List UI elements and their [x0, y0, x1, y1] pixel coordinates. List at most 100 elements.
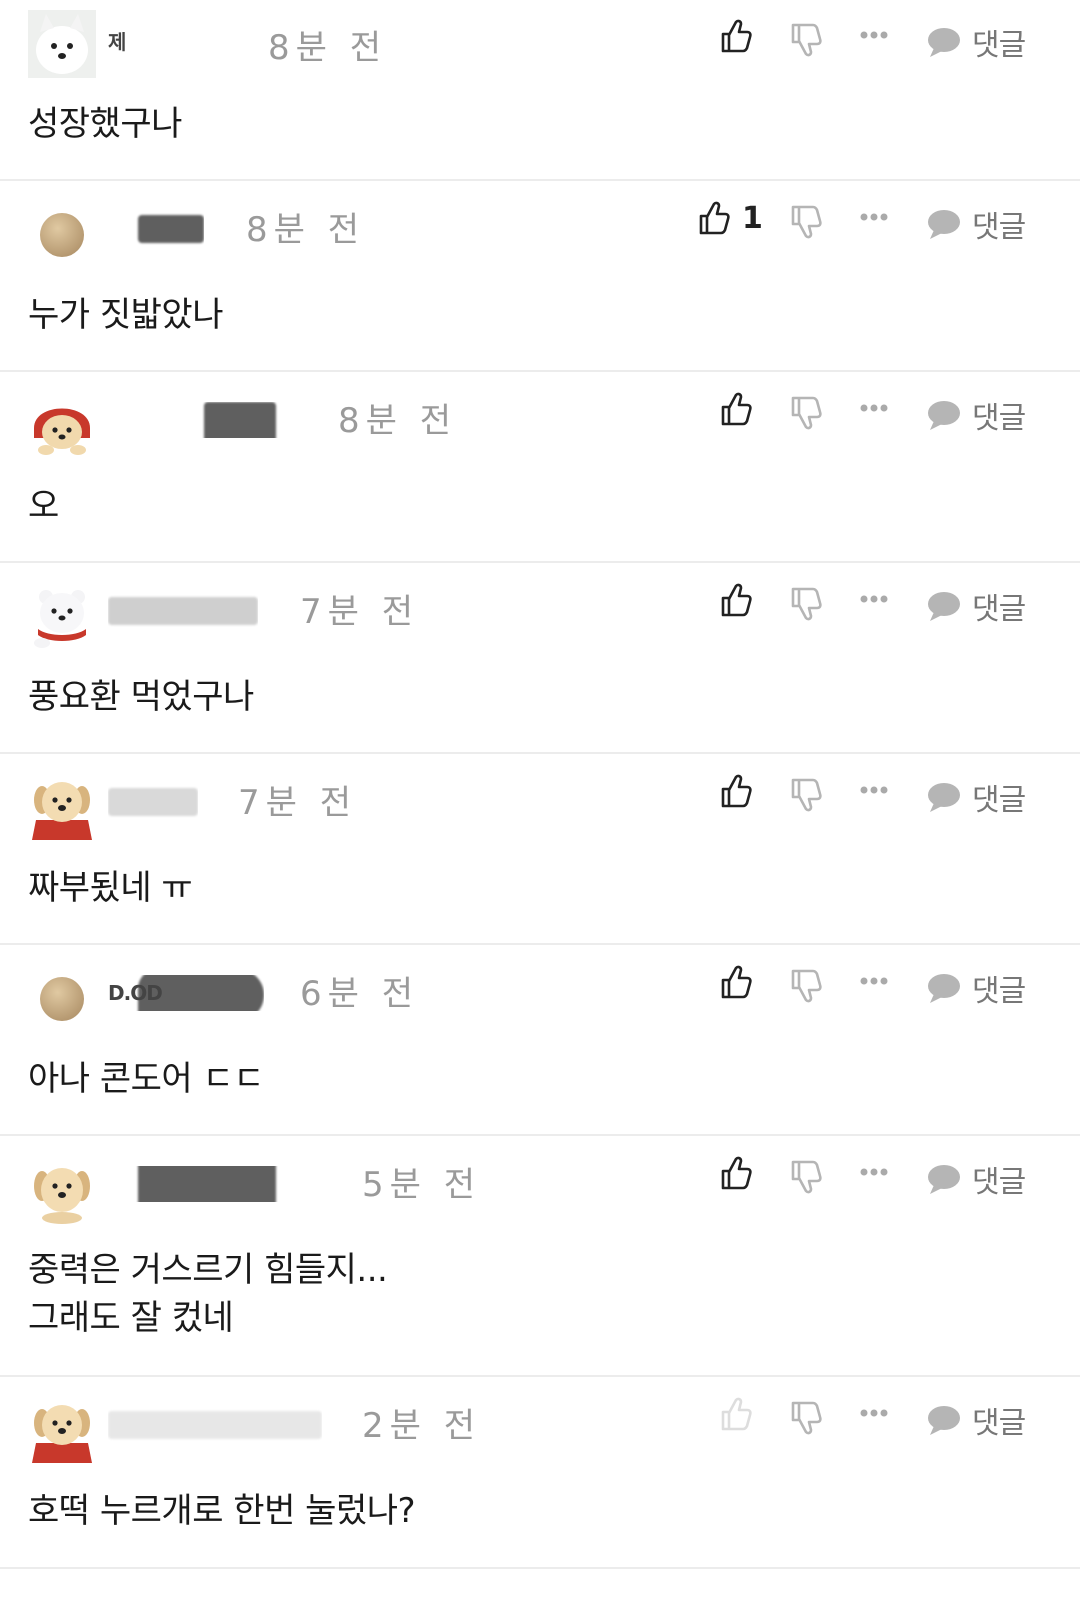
speech-bubble-icon	[928, 210, 960, 239]
thumbs-down-icon	[791, 205, 822, 239]
more-button[interactable]	[860, 212, 888, 222]
thumbs-up-icon	[699, 201, 730, 235]
redacted-nickname	[108, 788, 198, 816]
thumbs-up-icon	[721, 965, 752, 999]
like-button[interactable]	[720, 1396, 752, 1432]
nickname[interactable]	[108, 1407, 322, 1443]
dislike-button[interactable]	[790, 1159, 822, 1195]
comment-item: 8분 전 댓글 오	[0, 372, 1080, 563]
redacted-nickname	[108, 1411, 322, 1439]
nickname[interactable]: 제	[108, 22, 168, 58]
like-button[interactable]	[720, 18, 752, 54]
comment-item: 제 8분 전 댓글 성장했구나	[0, 0, 1080, 181]
reply-button[interactable]: 댓글	[926, 584, 1026, 628]
reply-label: 댓글	[972, 1406, 1026, 1441]
speech-bubble-icon	[928, 401, 960, 430]
beige-circle-icon	[40, 977, 84, 1021]
more-button[interactable]	[860, 1408, 888, 1418]
comment-time: 8분 전	[268, 28, 387, 68]
thumbs-up-icon	[721, 19, 752, 53]
reply-label: 댓글	[972, 28, 1026, 63]
like-button[interactable]	[720, 391, 752, 427]
more-button[interactable]	[860, 403, 888, 413]
redacted-nickname	[138, 1166, 276, 1202]
dislike-button[interactable]	[790, 22, 822, 58]
more-dots-icon	[860, 977, 888, 985]
comment-item: D.OD 6분 전 댓글 아나 콘도어 ㄷㄷ	[0, 945, 1080, 1136]
white-bear-icon	[34, 590, 86, 648]
dislike-button[interactable]	[790, 395, 822, 431]
reply-button[interactable]: 댓글	[926, 20, 1026, 64]
avatar[interactable]	[28, 583, 96, 651]
reply-button[interactable]: 댓글	[926, 966, 1026, 1010]
nickname[interactable]	[108, 593, 258, 629]
more-button[interactable]	[860, 976, 888, 986]
comment-text: 성장했구나	[28, 104, 182, 144]
comment-time: 7분 전	[300, 592, 419, 632]
like-button[interactable]: 1	[698, 200, 763, 236]
avatar[interactable]	[28, 774, 96, 842]
thumbs-down-icon	[791, 587, 822, 621]
dislike-button[interactable]	[790, 1400, 822, 1436]
reply-button[interactable]: 댓글	[926, 202, 1026, 246]
thumbs-down-icon	[791, 23, 822, 57]
comment-item: 7분 전 댓글 짜부됬네 ㅠ	[0, 754, 1080, 945]
puppy-red-cape-icon	[32, 1405, 92, 1463]
more-button[interactable]	[860, 30, 888, 40]
redacted-nickname	[138, 215, 204, 243]
reply-label: 댓글	[972, 783, 1026, 818]
avatar[interactable]	[28, 1156, 96, 1224]
nickname[interactable]	[108, 1166, 322, 1202]
nickname[interactable]	[108, 402, 298, 438]
puppy-red-hood-icon	[34, 408, 90, 455]
comment-time: 5분 전	[362, 1165, 481, 1205]
more-button[interactable]	[860, 1167, 888, 1177]
reply-button[interactable]: 댓글	[926, 1157, 1026, 1201]
dislike-button[interactable]	[790, 586, 822, 622]
comment-text: 누가 짓밟았나	[28, 295, 224, 335]
dislike-button[interactable]	[790, 968, 822, 1004]
like-button[interactable]	[720, 1155, 752, 1191]
more-button[interactable]	[860, 785, 888, 795]
nickname[interactable]: D.OD	[108, 975, 264, 1011]
speech-bubble-icon	[928, 974, 960, 1003]
comment-item: 2분 전 댓글 호떡 누르개로 한번 눌렀나?	[0, 1377, 1080, 1569]
avatar[interactable]	[28, 965, 96, 1033]
avatar[interactable]	[28, 1397, 96, 1465]
comment-text: 오	[28, 486, 59, 526]
speech-bubble-icon	[928, 1406, 960, 1435]
golden-puppy-icon	[34, 1168, 90, 1224]
reply-button[interactable]: 댓글	[926, 1398, 1026, 1442]
speech-bubble-icon	[928, 1165, 960, 1194]
redacted-nickname	[138, 975, 264, 1011]
like-button[interactable]	[720, 582, 752, 618]
more-button[interactable]	[860, 594, 888, 604]
like-count: 1	[742, 200, 763, 236]
like-button[interactable]	[720, 773, 752, 809]
reply-label: 댓글	[972, 210, 1026, 245]
avatar[interactable]	[28, 392, 96, 460]
thumbs-up-icon	[721, 1156, 752, 1190]
dislike-button[interactable]	[790, 777, 822, 813]
like-button[interactable]	[720, 964, 752, 1000]
reply-label: 댓글	[972, 592, 1026, 627]
redacted-nickname	[204, 402, 276, 438]
thumbs-down-icon	[791, 778, 822, 812]
comment-item: 7분 전 댓글 풍요환 먹었구나	[0, 563, 1080, 754]
avatar[interactable]	[28, 10, 96, 78]
comment-time: 2분 전	[362, 1406, 481, 1446]
reply-button[interactable]: 댓글	[926, 775, 1026, 819]
more-dots-icon	[860, 31, 888, 39]
nickname[interactable]	[108, 784, 198, 820]
nickname[interactable]	[108, 211, 204, 247]
comment-time: 8분 전	[338, 401, 457, 441]
more-dots-icon	[860, 595, 888, 603]
more-dots-icon	[860, 404, 888, 412]
avatar[interactable]	[28, 201, 96, 269]
comment-item: 8분 전 1 댓글 누가 짓밟았나	[0, 181, 1080, 372]
thumbs-down-icon	[791, 1401, 822, 1435]
dislike-button[interactable]	[790, 204, 822, 240]
beige-circle-icon	[40, 213, 84, 257]
reply-button[interactable]: 댓글	[926, 393, 1026, 437]
more-dots-icon	[860, 786, 888, 794]
